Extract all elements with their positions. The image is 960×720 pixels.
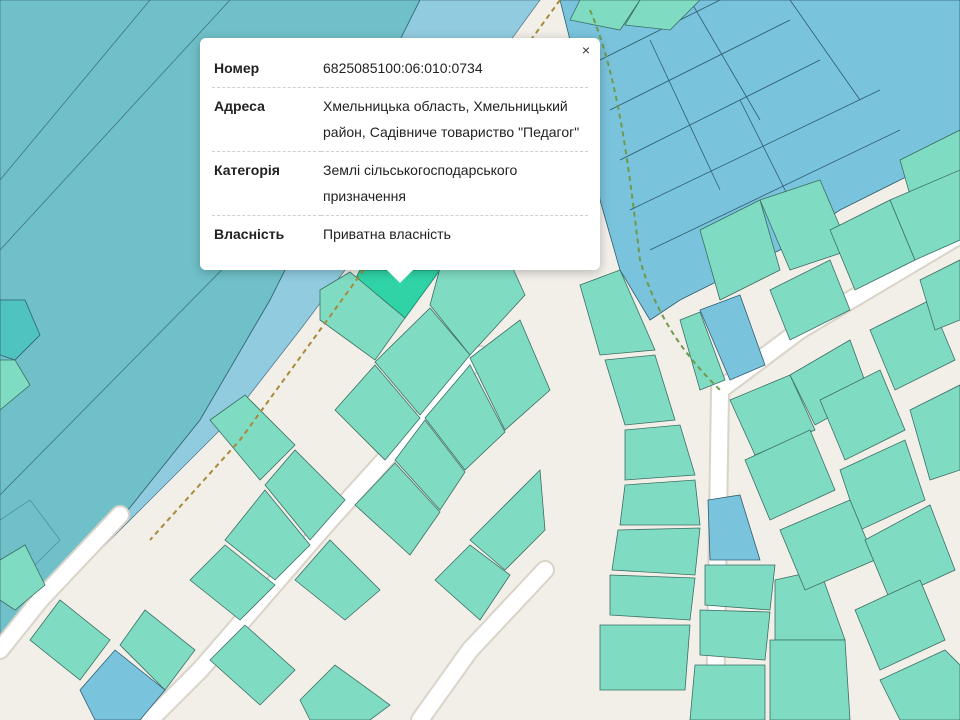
parcel-e9[interactable] (699, 609, 771, 661)
info-row-number: Номер 6825085100:06:010:0734 (212, 50, 588, 88)
parcel-e8[interactable] (704, 564, 776, 611)
info-label-category: Категорія (212, 151, 321, 216)
info-value-ownership: Приватна власність (321, 215, 588, 253)
info-value-category: Землі сільськогосподарського призначення (321, 151, 588, 216)
close-icon[interactable]: × (578, 42, 594, 58)
parcel-e7[interactable] (599, 624, 691, 691)
info-label-number: Номер (214, 60, 260, 76)
parcel-info-popup: × Номер 6825085100:06:010:0734 Адреса Хм… (200, 38, 600, 283)
parcel-e12[interactable] (769, 639, 851, 720)
info-row-ownership: Власність Приватна власність (212, 215, 588, 253)
info-label-ownership: Власність (212, 215, 321, 253)
parcel-e10[interactable] (689, 664, 766, 720)
popup-pointer (387, 270, 413, 283)
info-label-address: Адреса (212, 87, 321, 152)
parcel-e4[interactable] (619, 479, 701, 526)
info-value-address: Хмельницька область, Хмельницький район,… (321, 87, 588, 152)
info-row-address: Адреса Хмельницька область, Хмельницький… (212, 87, 588, 152)
parcel-info-table: Номер 6825085100:06:010:0734 Адреса Хмел… (212, 50, 588, 253)
info-value-number: 6825085100:06:010:0734 (323, 60, 483, 76)
parcel-e5[interactable] (611, 527, 701, 576)
parcel-e6[interactable] (609, 574, 696, 621)
info-row-category: Категорія Землі сільськогосподарського п… (212, 151, 588, 216)
